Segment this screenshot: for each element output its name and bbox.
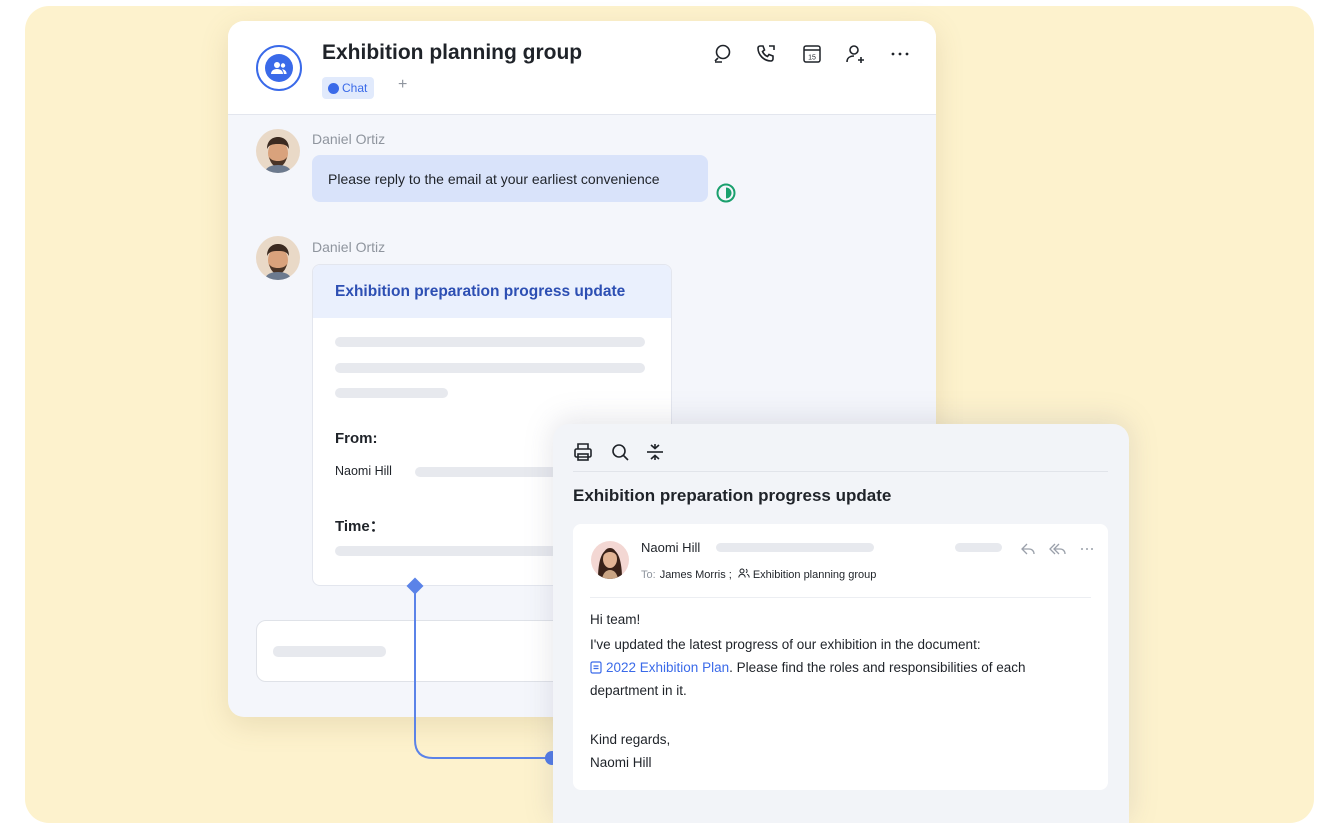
collapse-icon[interactable]: [644, 441, 666, 463]
text-placeholder: [335, 363, 645, 373]
reply-all-icon[interactable]: [1049, 540, 1067, 558]
input-placeholder: [273, 646, 386, 657]
email-closing: Kind regards,: [590, 732, 671, 747]
toolbar-divider: [573, 471, 1108, 472]
time-label: Time：: [335, 518, 385, 535]
tab-chat-label: Chat: [342, 81, 368, 95]
document-link-label: 2022 Exhibition Plan: [606, 660, 730, 675]
group-avatar[interactable]: [256, 45, 302, 91]
message-bubble[interactable]: Please reply to the email at your earlie…: [312, 155, 708, 202]
email-from-name: Naomi Hill: [641, 540, 701, 555]
avatar[interactable]: [256, 129, 300, 173]
svg-text:15: 15: [808, 55, 816, 62]
avatar[interactable]: [256, 236, 300, 280]
text-placeholder: [716, 543, 874, 552]
email-recipients: To: James Morris ; Exhibition planning g…: [641, 568, 876, 581]
email-greeting: Hi team!: [590, 612, 641, 627]
document-icon: [590, 661, 602, 679]
sender-name: Daniel Ortiz: [312, 239, 386, 255]
email-body: Naomi Hill To: James Morris ; Exhibition…: [573, 524, 1108, 790]
reply-icon[interactable]: [1019, 540, 1037, 558]
chat-header: Exhibition planning group Chat + 15: [228, 21, 936, 115]
header-divider: [590, 597, 1091, 598]
add-member-icon[interactable]: [843, 41, 869, 67]
email-signature: Naomi Hill: [590, 755, 652, 770]
tab-chat[interactable]: Chat: [322, 77, 375, 99]
text-placeholder: [335, 337, 645, 347]
text-placeholder: [335, 388, 448, 398]
chat-title: Exhibition planning group: [322, 41, 583, 64]
to-label: To:: [641, 568, 656, 581]
email-line: department in it.: [590, 683, 687, 698]
more-icon[interactable]: [887, 41, 913, 67]
message-input[interactable]: [256, 620, 596, 682]
email-line: 2022 Exhibition Plan. Please find the ro…: [590, 659, 1026, 679]
sender-avatar[interactable]: [591, 541, 629, 579]
email-subject: Exhibition preparation progress update: [573, 486, 892, 505]
recipient-name[interactable]: James Morris ;: [660, 569, 732, 581]
recipient-group[interactable]: Exhibition planning group: [753, 569, 877, 581]
chat-bubble-icon: [328, 82, 339, 94]
read-status-icon: [715, 182, 737, 204]
from-name: Naomi Hill: [335, 464, 392, 478]
phone-icon[interactable]: [753, 41, 779, 67]
search-icon[interactable]: [710, 41, 736, 67]
email-window: Exhibition preparation progress update N…: [553, 424, 1129, 823]
document-link[interactable]: 2022 Exhibition Plan: [590, 660, 729, 675]
print-icon[interactable]: [572, 441, 594, 463]
text-placeholder: [955, 543, 1002, 552]
email-card-title: Exhibition preparation progress update: [313, 265, 671, 318]
group-icon: [738, 568, 750, 581]
add-tab-button[interactable]: +: [398, 76, 407, 94]
group-icon: [265, 54, 293, 82]
calendar-icon[interactable]: 15: [799, 41, 825, 67]
email-line-rest: . Please find the roles and responsibili…: [729, 660, 1026, 675]
sender-name: Daniel Ortiz: [312, 131, 386, 147]
search-icon[interactable]: [609, 441, 631, 463]
email-line: I've updated the latest progress of our …: [590, 637, 981, 652]
more-icon[interactable]: [1078, 540, 1096, 558]
from-label: From:: [335, 430, 378, 447]
